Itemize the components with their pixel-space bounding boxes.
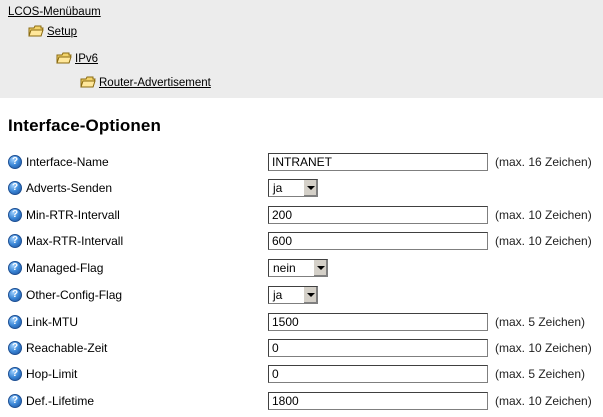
field-label: Min-RTR-Intervall bbox=[26, 208, 120, 222]
chevron-down-icon[interactable] bbox=[313, 260, 327, 276]
field-label: Max-RTR-Intervall bbox=[26, 234, 124, 248]
field-label: Managed-Flag bbox=[26, 261, 104, 275]
form-row-managed-flag: ? Managed-Flag nein bbox=[0, 258, 603, 280]
field-hint: (max. 5 Zeichen) bbox=[495, 315, 586, 329]
help-icon[interactable]: ? bbox=[8, 261, 22, 275]
field-hint: (max. 10 Zeichen) bbox=[495, 234, 592, 248]
form-row-interface-name: ? Interface-Name (max. 16 Zeichen) bbox=[0, 152, 603, 174]
form-row-adverts-senden: ? Adverts-Senden ja bbox=[0, 178, 603, 200]
tree-node-ipv6[interactable]: IPv6 bbox=[56, 50, 98, 66]
field-label: Hop-Limit bbox=[26, 367, 78, 381]
interface-name-input[interactable] bbox=[268, 153, 488, 171]
field-hint: (max. 10 Zeichen) bbox=[495, 208, 592, 222]
field-hint: (max. 10 Zeichen) bbox=[495, 394, 592, 408]
help-icon[interactable]: ? bbox=[8, 234, 22, 248]
field-label: Link-MTU bbox=[26, 315, 79, 329]
tree-link-router-advertisement[interactable]: Router-Advertisement bbox=[99, 77, 211, 89]
field-label: Other-Config-Flag bbox=[26, 288, 123, 302]
tree-link-ipv6[interactable]: IPv6 bbox=[75, 53, 98, 65]
def-lifetime-input[interactable] bbox=[268, 392, 488, 410]
help-icon[interactable]: ? bbox=[8, 288, 22, 302]
link-mtu-input[interactable] bbox=[268, 313, 488, 331]
help-icon[interactable]: ? bbox=[8, 315, 22, 329]
menu-tree-panel: LCOS-Menübaum Setup IPv6 Router-Advertis… bbox=[0, 0, 603, 98]
field-label: Adverts-Senden bbox=[26, 181, 113, 195]
adverts-senden-select[interactable]: ja bbox=[268, 179, 318, 197]
chevron-down-icon[interactable] bbox=[303, 180, 317, 196]
form-row-min-rtr-intervall: ? Min-RTR-Intervall (max. 10 Zeichen) bbox=[0, 205, 603, 227]
tree-node-setup[interactable]: Setup bbox=[28, 23, 77, 39]
min-rtr-intervall-input[interactable] bbox=[268, 206, 488, 224]
reachable-zeit-input[interactable] bbox=[268, 339, 488, 357]
tree-node-root[interactable]: LCOS-Menübaum bbox=[8, 3, 101, 19]
help-icon[interactable]: ? bbox=[8, 208, 22, 222]
field-hint: (max. 16 Zeichen) bbox=[495, 155, 592, 169]
field-label: Interface-Name bbox=[26, 155, 109, 169]
managed-flag-select[interactable]: nein bbox=[268, 259, 328, 277]
tree-node-router-advertisement[interactable]: Router-Advertisement bbox=[80, 74, 211, 90]
field-hint: (max. 5 Zeichen) bbox=[495, 367, 586, 381]
folder-icon bbox=[80, 76, 96, 88]
other-config-flag-select[interactable]: ja bbox=[268, 286, 318, 304]
folder-icon bbox=[28, 25, 44, 37]
form-row-def-lifetime: ? Def.-Lifetime (max. 10 Zeichen) bbox=[0, 391, 603, 413]
tree-link-root[interactable]: LCOS-Menübaum bbox=[8, 6, 101, 18]
select-value: ja bbox=[273, 288, 283, 302]
help-icon[interactable]: ? bbox=[8, 341, 22, 355]
select-value: ja bbox=[273, 181, 283, 195]
help-icon[interactable]: ? bbox=[8, 394, 22, 408]
folder-icon bbox=[56, 52, 72, 64]
field-label: Reachable-Zeit bbox=[26, 341, 108, 355]
form-row-hop-limit: ? Hop-Limit (max. 5 Zeichen) bbox=[0, 364, 603, 386]
form-row-other-config-flag: ? Other-Config-Flag ja bbox=[0, 285, 603, 307]
page-title: Interface-Optionen bbox=[8, 116, 161, 135]
select-value: nein bbox=[273, 261, 296, 275]
help-icon[interactable]: ? bbox=[8, 155, 22, 169]
field-hint: (max. 10 Zeichen) bbox=[495, 341, 592, 355]
chevron-down-icon[interactable] bbox=[303, 287, 317, 303]
tree-link-setup[interactable]: Setup bbox=[47, 26, 77, 38]
hop-limit-input[interactable] bbox=[268, 365, 488, 383]
field-label: Def.-Lifetime bbox=[26, 394, 95, 408]
form-row-link-mtu: ? Link-MTU (max. 5 Zeichen) bbox=[0, 312, 603, 334]
help-icon[interactable]: ? bbox=[8, 181, 22, 195]
max-rtr-intervall-input[interactable] bbox=[268, 232, 488, 250]
form-row-reachable-zeit: ? Reachable-Zeit (max. 10 Zeichen) bbox=[0, 338, 603, 360]
help-icon[interactable]: ? bbox=[8, 367, 22, 381]
form-row-max-rtr-intervall: ? Max-RTR-Intervall (max. 10 Zeichen) bbox=[0, 231, 603, 253]
